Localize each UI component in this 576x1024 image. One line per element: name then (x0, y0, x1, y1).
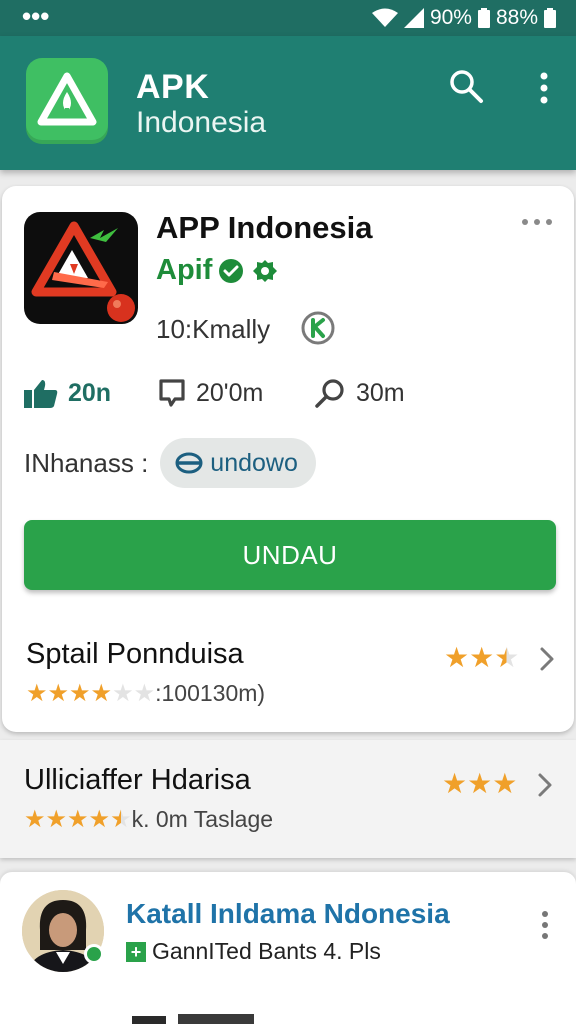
search-icon (315, 379, 344, 408)
comments-value: 20'0m (196, 378, 264, 407)
list-item-title: Ulliciaffer Hdarisa (24, 764, 251, 796)
battery-icon-2 (544, 8, 556, 28)
more-vertical-icon[interactable] (532, 70, 556, 106)
link-icon (175, 452, 203, 474)
profile-subtitle: + GannITed Bants 4. Pls (126, 938, 381, 965)
install-button[interactable]: UNDAU (24, 520, 556, 590)
list-item-meta: :100130m) (155, 680, 266, 706)
comments-stat[interactable]: 20'0m (158, 378, 263, 408)
comment-icon (159, 379, 185, 407)
online-status-dot (84, 944, 104, 964)
chevron-right-icon[interactable] (536, 772, 554, 798)
gear-icon (253, 259, 278, 282)
tags-row: INhanass : undowo (24, 438, 316, 488)
rating-stars-small: ★ ★ ★ ★ ★ ★ (26, 679, 156, 707)
wifi-icon (371, 8, 398, 27)
k-circle-icon (301, 311, 335, 345)
rating-stars-large: ★ ★ ★ (442, 768, 518, 799)
signal-icon (403, 8, 424, 28)
chevron-right-icon[interactable] (538, 646, 556, 672)
apk-triangle-logo[interactable] (26, 58, 108, 144)
stats-row: 20n 20'0m 30m (24, 378, 544, 414)
more-vertical-icon[interactable] (540, 910, 550, 940)
searches-stat[interactable]: 30m (314, 378, 405, 408)
likes-stat[interactable]: 20n (24, 378, 111, 408)
developer-row: Apif (156, 254, 278, 287)
thumbs-up-icon (24, 380, 58, 408)
battery-icon (477, 8, 490, 28)
likes-value: 20n (68, 378, 112, 407)
app-bar: APK Indonesia (0, 36, 576, 170)
profile-subtitle-text: GannITed Bants 4. Pls (152, 938, 381, 964)
notification-dots: ••• (22, 1, 50, 31)
rating-stars-large: ★ ★ ★ (444, 642, 520, 673)
tag-chip[interactable]: undowo (160, 438, 316, 488)
profile-card[interactable]: Katall Inldama Ndonesia + GannITed Bants… (0, 872, 576, 1024)
verified-check-icon (219, 258, 244, 283)
tags-label: INhanass : (24, 447, 149, 478)
status-icons: 90% 88% (366, 6, 556, 30)
searches-value: 30m (356, 378, 405, 407)
next-item-peek (132, 1014, 254, 1024)
list-item-subtitle: ★ ★ ★ ★ ★ ★ :100130m) (26, 680, 265, 707)
list-item-subtitle: ★ ★ ★ ★ ★ k. 0m Taslage (24, 806, 273, 833)
tag-chip-label: undowo (210, 448, 298, 477)
app-title: APK (136, 68, 210, 106)
more-horizontal-icon[interactable] (520, 216, 554, 228)
profile-title[interactable]: Katall Inldama Ndonesia (126, 898, 450, 930)
list-item-meta: k. 0m Taslage (131, 806, 274, 832)
battery-percent-1: 90% (429, 6, 472, 29)
meta-text: 10:Kmally (156, 314, 271, 344)
developer-name[interactable]: Apif (156, 254, 212, 287)
plus-icon: + (126, 941, 146, 962)
list-item-card[interactable]: Ulliciaffer Hdarisa ★ ★ ★ ★ ★ ★ ★ ★ k. 0m Tasl… (0, 740, 576, 858)
status-bar: ••• 90% 88% (0, 0, 576, 36)
app-icon[interactable] (24, 212, 138, 324)
list-item-title[interactable]: Sptail Ponnduisa (26, 638, 244, 671)
app-subtitle: Indonesia (136, 106, 267, 139)
rating-stars-small: ★ ★ ★ ★ ★ (24, 805, 132, 833)
search-icon[interactable] (448, 68, 484, 104)
app-detail-card: APP Indonesia Apif 10:Kmally 20n 20'0m 3… (2, 186, 574, 732)
battery-percent-2: 88% (495, 6, 538, 29)
app-name: APP Indonesia (156, 210, 373, 245)
